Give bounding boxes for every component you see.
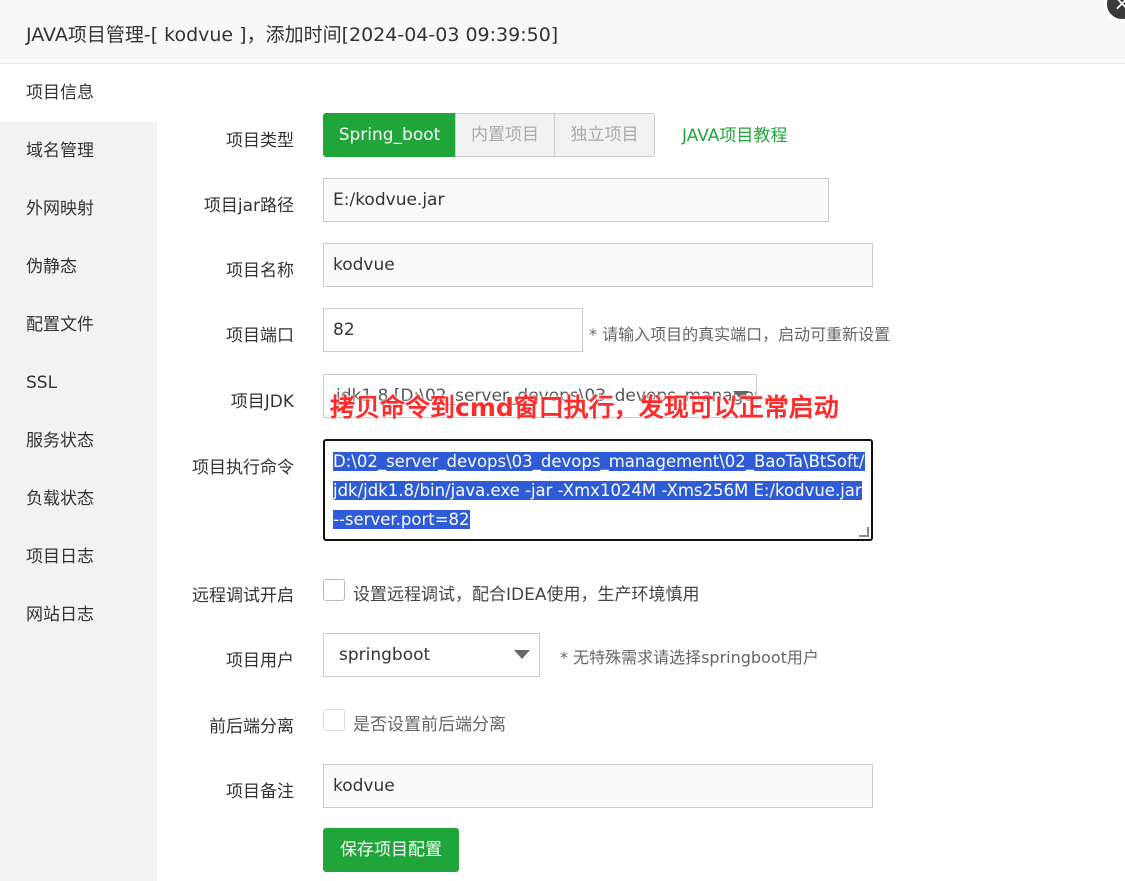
sidebar-item-service-status[interactable]: 服务状态 xyxy=(0,412,157,470)
java-project-dialog: JAVA项目管理-[ kodvue ]，添加时间[2024-04-03 09:3… xyxy=(0,0,1125,881)
command-line: D:\02_server_devops\03_devops_management… xyxy=(333,452,865,471)
project-user-label: 项目用户 xyxy=(226,651,294,671)
jar-path-label: 项目jar路径 xyxy=(203,196,294,216)
command-textarea[interactable]: D:\02_server_devops\03_devops_management… xyxy=(323,439,873,541)
type-builtin-button[interactable]: 内置项目 xyxy=(455,113,555,157)
sidebar-item-project-log[interactable]: 项目日志 xyxy=(0,528,157,586)
project-port-label: 项目端口 xyxy=(226,326,294,346)
project-type-label: 项目类型 xyxy=(226,131,294,151)
sidebar-item-rewrite[interactable]: 伪静态 xyxy=(0,238,157,296)
command-line: jdk/jdk1.8/bin/java.exe -jar -Xmx1024M -… xyxy=(333,481,862,500)
sidebar-item-project-info[interactable]: 项目信息 xyxy=(0,64,157,122)
user-hint: * 无特殊需求请选择springboot用户 xyxy=(560,648,819,667)
sidebar-item-domain[interactable]: 域名管理 xyxy=(0,122,157,180)
sidebar-item-port-mapping[interactable]: 外网映射 xyxy=(0,180,157,238)
sidebar-item-load-status[interactable]: 负载状态 xyxy=(0,470,157,528)
type-standalone-button[interactable]: 独立项目 xyxy=(554,113,655,157)
remark-input[interactable]: kodvue xyxy=(323,764,873,808)
type-spring-boot-button[interactable]: Spring_boot xyxy=(323,113,456,157)
resize-handle[interactable] xyxy=(859,527,869,537)
sidebar: 项目信息 域名管理 外网映射 伪静态 配置文件 SSL 服务状态 负载状态 项目… xyxy=(0,64,157,881)
sidebar-item-ssl[interactable]: SSL xyxy=(0,354,157,412)
project-jdk-label: 项目JDK xyxy=(230,392,294,412)
command-label: 项目执行命令 xyxy=(192,458,294,478)
project-name-label: 项目名称 xyxy=(226,261,294,281)
remote-debug-checkbox[interactable] xyxy=(323,579,345,601)
save-config-button[interactable]: 保存项目配置 xyxy=(323,828,459,872)
port-hint: * 请输入项目的真实端口，启动可重新设置 xyxy=(589,325,891,344)
sidebar-item-config-file[interactable]: 配置文件 xyxy=(0,296,157,354)
dialog-title: JAVA项目管理-[ kodvue ]，添加时间[2024-04-03 09:3… xyxy=(26,24,559,46)
red-annotation-text: 拷贝命令到cmd窗口执行，发现可以正常启动 xyxy=(330,393,839,422)
remark-label: 项目备注 xyxy=(226,782,294,802)
chevron-down-icon xyxy=(514,650,530,659)
separation-text: 是否设置前后端分离 xyxy=(353,715,506,735)
java-tutorial-link[interactable]: JAVA项目教程 xyxy=(682,121,787,146)
project-user-select[interactable]: springboot xyxy=(323,633,540,677)
dialog-titlebar: JAVA项目管理-[ kodvue ]，添加时间[2024-04-03 09:3… xyxy=(0,0,1125,64)
project-port-input[interactable]: 82 xyxy=(323,308,583,352)
remote-debug-label: 远程调试开启 xyxy=(192,586,294,606)
separation-label: 前后端分离 xyxy=(209,717,294,737)
project-name-input[interactable]: kodvue xyxy=(323,243,873,287)
sidebar-item-site-log[interactable]: 网站日志 xyxy=(0,586,157,644)
command-line: --server.port=82 xyxy=(333,510,470,529)
remote-debug-text: 设置远程调试，配合IDEA使用，生产环境慎用 xyxy=(353,585,700,605)
separation-checkbox[interactable] xyxy=(323,709,345,731)
jar-path-input[interactable]: E:/kodvue.jar xyxy=(323,178,829,222)
